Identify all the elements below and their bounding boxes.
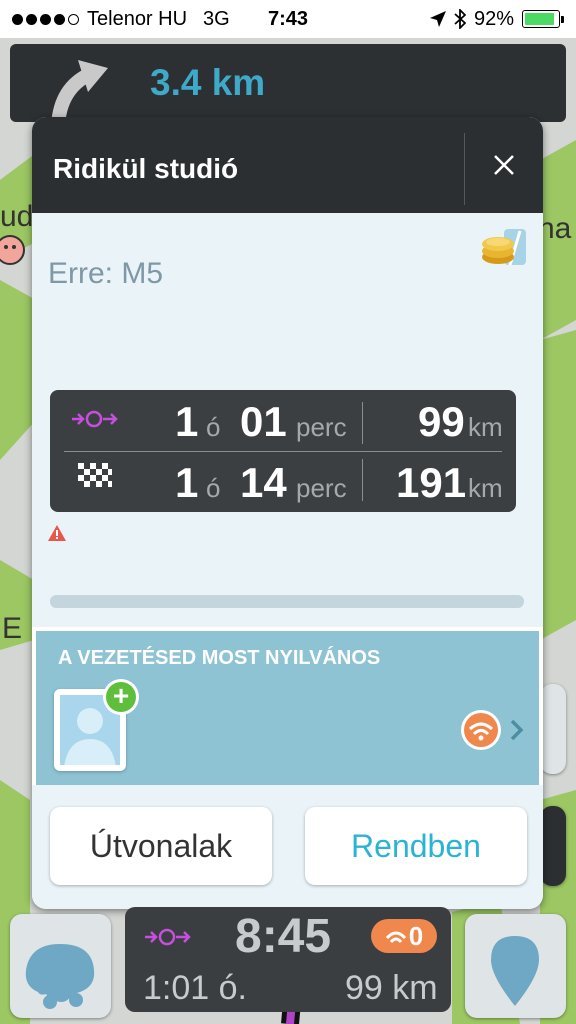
remaining-duration: 1:01 ó.: [143, 969, 247, 1007]
battery-percent: 92%: [473, 7, 514, 30]
dialog-body: Erre: M5 1 ó 01 perc 99 km 1 ó 14 perc 1…: [32, 213, 543, 627]
destination-route-row: 1 ó 14 perc 191 km: [50, 451, 516, 512]
destination-distance-unit: km: [468, 473, 503, 503]
network-type: 3G: [203, 7, 230, 30]
signal-strength: [12, 13, 79, 25]
menu-button[interactable]: [10, 914, 111, 1018]
map-side-button[interactable]: [540, 684, 566, 774]
bluetooth-icon: [454, 9, 466, 29]
add-friend-button[interactable]: +: [103, 679, 139, 715]
plus-icon: +: [106, 682, 136, 712]
eta-panel[interactable]: 8:45 0 1:01 ó. 99 km: [125, 907, 451, 1012]
share-title: A VEZETÉSED MOST NYILVÁNOS: [58, 647, 381, 669]
dialog-footer: Útvonalak Rendben: [32, 785, 543, 909]
traffic-icon: [385, 931, 406, 944]
share-drive-panel[interactable]: A VEZETÉSED MOST NYILVÁNOS +: [36, 631, 539, 785]
location-icon: [429, 11, 446, 27]
map-label-left-lower: E: [2, 612, 23, 645]
via-route-row: 1 ó 01 perc 99 km: [50, 390, 516, 451]
report-pin-icon: [491, 936, 539, 1006]
via-minutes: 01: [240, 398, 287, 445]
status-bar: Telenor HU 3G 7:43 92%: [0, 0, 576, 38]
battery-icon: [522, 10, 564, 28]
remaining-distance: 99 km: [345, 969, 438, 1007]
broadcast-icon[interactable]: [460, 709, 502, 751]
route-dialog: Ridikül studió Erre: M5 1 ó 01 perc 99 k…: [32, 117, 543, 909]
destination-distance: 191: [396, 459, 467, 506]
traffic-count: 0: [408, 920, 424, 951]
speedometer-widget[interactable]: [540, 806, 566, 886]
route-progress-bar: [50, 595, 524, 608]
routes-button[interactable]: Útvonalak: [50, 807, 272, 885]
dialog-header: Ridikül studió: [32, 117, 543, 213]
via-hours: 1: [175, 398, 199, 445]
toll-coins-icon: [482, 229, 526, 266]
close-button[interactable]: [465, 117, 543, 213]
traffic-badge[interactable]: 0: [371, 919, 437, 953]
route-via: Erre: M5: [48, 257, 164, 290]
waze-menu-icon: [25, 944, 95, 1009]
next-turn-distance: 3.4 km: [150, 62, 266, 103]
map-label-right: na: [538, 212, 572, 245]
waypoint-arrows-icon: [145, 928, 191, 946]
report-button[interactable]: [465, 914, 566, 1018]
destination-hours: 1: [175, 459, 199, 506]
chevron-right-icon[interactable]: [510, 719, 524, 741]
route-summary: 1 ó 01 perc 99 km 1 ó 14 perc 191 km: [50, 390, 516, 512]
carrier-name: Telenor HU: [87, 7, 188, 30]
close-icon: [494, 155, 514, 175]
via-hours-unit: ó: [206, 412, 221, 442]
destination-minutes: 14: [240, 459, 287, 506]
via-distance-unit: km: [468, 412, 503, 442]
via-distance: 99: [418, 398, 465, 445]
warning-triangle-icon[interactable]: [48, 525, 66, 541]
destination-hours-unit: ó: [206, 473, 221, 503]
destination-title: Ridikül studió: [53, 153, 239, 184]
arrival-time: 8:45: [235, 910, 332, 963]
navigation-banner[interactable]: 3.4 km: [10, 44, 566, 128]
ok-button[interactable]: Rendben: [305, 807, 527, 885]
map-label-left: ud: [0, 200, 34, 233]
friend-marker-icon[interactable]: [0, 234, 26, 270]
via-minutes-unit: perc: [296, 412, 347, 442]
destination-minutes-unit: perc: [296, 473, 347, 503]
checkered-flag-icon: [78, 463, 112, 487]
waypoint-arrows-icon: [72, 410, 118, 428]
